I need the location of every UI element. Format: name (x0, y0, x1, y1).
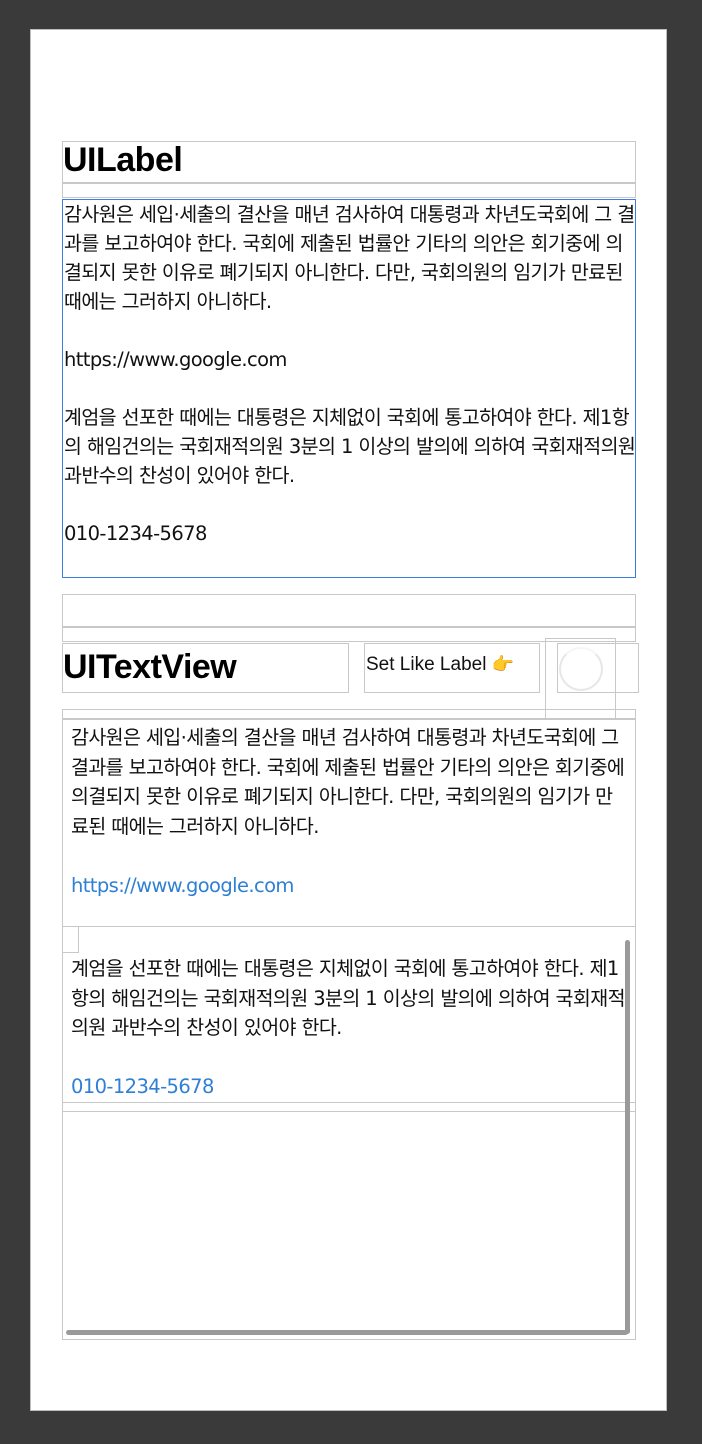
set-like-label-button-label[interactable]: Set Like Label 👉 (366, 654, 514, 676)
activity-spinner-icon (559, 647, 603, 691)
textview-spacer (71, 1043, 627, 1073)
textview-paragraph-1: 감사원은 세입·세출의 결산을 매년 검사하여 대통령과 차년도국회에 그 결과… (71, 726, 625, 838)
textview-row-divider (62, 926, 636, 927)
horizontal-scrollbar[interactable] (66, 1330, 628, 1335)
label-paragraph-1: 감사원은 세입·세출의 결산을 매년 검사하여 대통령과 차년도국회에 그 결과… (64, 203, 635, 313)
textview-bottom-divider (62, 1102, 636, 1112)
textview-spacer (71, 841, 627, 871)
uitextview-text-part-1[interactable]: 감사원은 세입·세출의 결산을 매년 검사하여 대통령과 차년도국회에 그 결과… (71, 723, 627, 900)
uitextview-text-part-2[interactable]: 계엄을 선포한 때에는 대통령은 지체없이 국회에 통고하여야 한다. 제1항의… (71, 954, 627, 1102)
uitextview-title: UITextView (63, 648, 237, 686)
textview-paragraph-2: 계엄을 선포한 때에는 대통령은 지체없이 국회에 통고하여야 한다. 제1항의… (71, 957, 626, 1039)
textview-small-box (62, 926, 79, 953)
uilabel-text: 감사원은 세입·세출의 결산을 매년 검사하여 대통령과 차년도국회에 그 결과… (64, 200, 636, 548)
textview-url-link[interactable]: https://www.google.com (71, 871, 627, 901)
label-paragraph-2: 계엄을 선포한 때에는 대통령은 지체없이 국회에 통고하여야 한다. 제1항의… (64, 406, 636, 487)
uilabel-title: UILabel (63, 141, 183, 179)
pointing-right-icon: 👉 (491, 654, 515, 674)
label-spacer (64, 316, 636, 345)
label-spacer (64, 490, 636, 519)
vertical-scrollbar[interactable] (625, 940, 630, 1334)
textview-phone-link[interactable]: 010-1234-5678 (71, 1072, 627, 1102)
label-url: https://www.google.com (64, 348, 287, 371)
set-like-label-text: Set Like Label (366, 654, 487, 675)
textview-top-divider (62, 709, 636, 719)
label-spacer (64, 374, 636, 403)
uilabel-divider (62, 183, 636, 198)
spacer-row-1 (62, 594, 636, 627)
label-phone: 010-1234-5678 (64, 522, 207, 545)
